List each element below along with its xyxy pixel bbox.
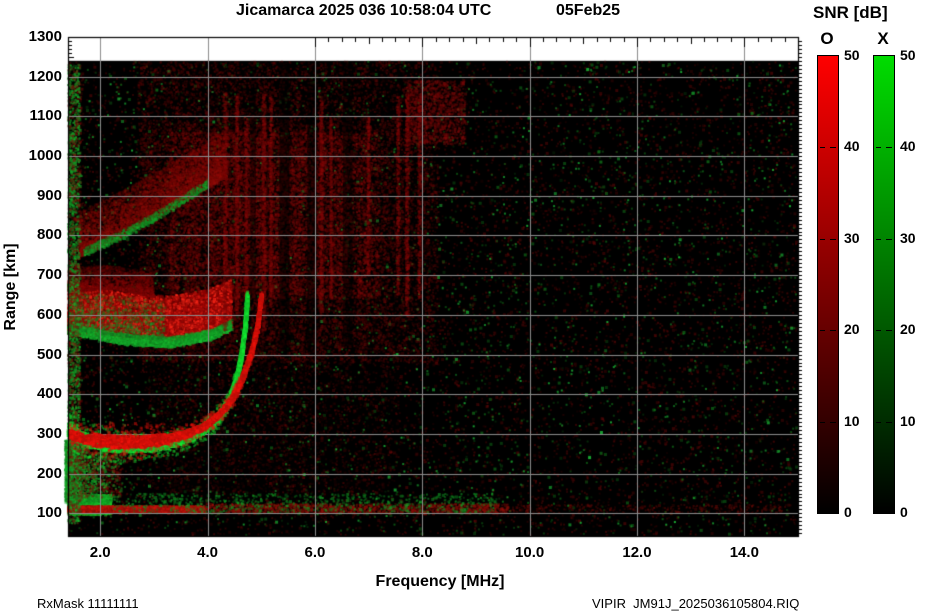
y-tick-label: 200: [18, 465, 62, 482]
plot-date: 05Feb25: [556, 2, 620, 20]
colorbar-tick-dash: [830, 239, 836, 240]
y-tick-label: 1000: [18, 147, 62, 164]
colorbar-tick-dash: [830, 330, 836, 331]
colorbar-title: SNR [dB]: [813, 3, 888, 23]
colorbar-tick-label: 30: [844, 230, 860, 246]
x-tick-label: 2.0: [90, 544, 111, 561]
colorbar-tick-label: 50: [900, 47, 916, 63]
colorbar-o-label: O: [816, 29, 838, 49]
ionogram-plot-canvas: [0, 0, 932, 614]
colorbar-tick-dash: [886, 147, 892, 148]
x-tick-label: 4.0: [197, 544, 218, 561]
y-tick-label: 1200: [18, 68, 62, 85]
colorbar-tick-dash: [876, 330, 881, 331]
colorbar-tick-label: 0: [900, 504, 908, 520]
x-tick-label: 6.0: [304, 544, 325, 561]
y-tick-label: 400: [18, 385, 62, 402]
colorbar-tick-label: 0: [844, 504, 852, 520]
colorbar-tick-label: 40: [900, 138, 916, 154]
x-tick-label: 10.0: [515, 544, 544, 561]
source-file-text: VIPIR JM91J_2025036105804.RIQ: [592, 596, 799, 611]
colorbar-tick-label: 50: [844, 47, 860, 63]
colorbar-x-label: X: [872, 29, 894, 49]
colorbar-x-gradient: [873, 55, 895, 514]
colorbar-tick-dash: [820, 147, 825, 148]
y-tick-label: 1300: [18, 28, 62, 45]
x-tick-label: 14.0: [730, 544, 759, 561]
colorbar-tick-dash: [886, 239, 892, 240]
colorbar-tick-dash: [820, 330, 825, 331]
y-tick-label: 500: [18, 346, 62, 363]
x-tick-label: 12.0: [622, 544, 651, 561]
colorbar-tick-dash: [876, 239, 881, 240]
colorbar-tick-dash: [876, 422, 881, 423]
colorbar-tick-dash: [830, 147, 836, 148]
colorbar-tick-label: 10: [900, 413, 916, 429]
rxmask-text: RxMask 11111111: [37, 596, 139, 611]
y-tick-label: 600: [18, 306, 62, 323]
y-tick-label: 800: [18, 226, 62, 243]
colorbar-tick-dash: [886, 330, 892, 331]
colorbar-tick-label: 30: [900, 230, 916, 246]
x-tick-label: 8.0: [412, 544, 433, 561]
colorbar-tick-dash: [886, 422, 892, 423]
colorbar-tick-dash: [876, 147, 881, 148]
plot-title: Jicamarca 2025 036 10:58:04 UTC: [236, 2, 491, 20]
x-axis-title: Frequency [MHz]: [376, 573, 505, 591]
colorbar-tick-dash: [820, 239, 825, 240]
colorbar-tick-label: 20: [900, 321, 916, 337]
y-tick-label: 700: [18, 266, 62, 283]
colorbar-tick-label: 10: [844, 413, 860, 429]
y-tick-label: 100: [18, 504, 62, 521]
colorbar-tick-dash: [820, 422, 825, 423]
y-tick-label: 300: [18, 425, 62, 442]
colorbar-o-gradient: [817, 55, 839, 514]
y-tick-label: 900: [18, 187, 62, 204]
colorbar-tick-label: 40: [844, 138, 860, 154]
colorbar-tick-label: 20: [844, 321, 860, 337]
y-tick-label: 1100: [18, 107, 62, 124]
colorbar-tick-dash: [830, 422, 836, 423]
ionogram-app: Jicamarca 2025 036 10:58:04 UTC 05Feb25 …: [0, 0, 932, 614]
